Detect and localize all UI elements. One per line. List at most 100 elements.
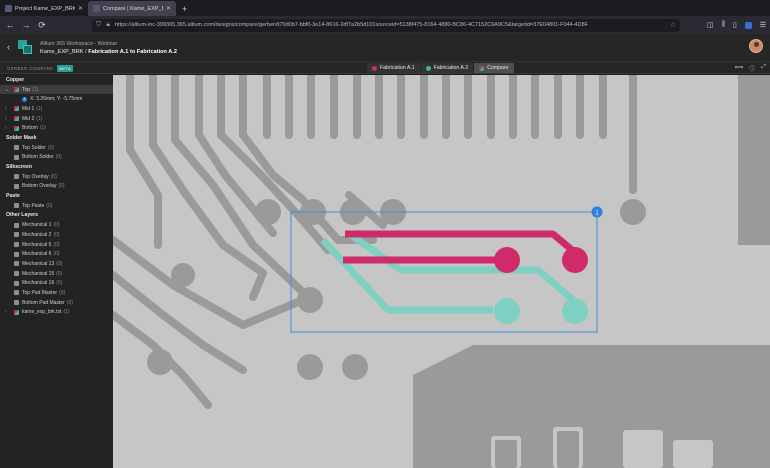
layer-swatch-icon (14, 261, 19, 267)
layer-mechanical-6[interactable]: Mechanical 6 (0) (0, 249, 113, 259)
forward-arrow-icon[interactable]: → (20, 20, 32, 30)
layer-mid1[interactable]: › Mid 1 (1) (0, 104, 113, 114)
layer-swatch-icon (14, 174, 19, 180)
pcb-canvas[interactable]: 1 (113, 75, 770, 468)
layer-swatch-icon (14, 251, 19, 257)
new-tab-button[interactable]: + (176, 4, 193, 16)
layer-swatch-icon (14, 183, 19, 189)
layer-label: Mechanical 5 (22, 241, 52, 248)
layer-bottom[interactable]: › Bottom (1) (0, 123, 113, 133)
group-copper: Copper (6, 76, 25, 83)
back-chevron-icon[interactable]: ‹ (7, 42, 10, 52)
copper-pour (738, 75, 770, 245)
layer-top[interactable]: ⌄ Top (1) (0, 84, 113, 95)
layer-mechanical-13[interactable]: Mechanical 13 (0) (0, 259, 113, 269)
chevron-right-icon[interactable]: › (5, 116, 7, 122)
layer-count: (0) (53, 231, 60, 238)
user-avatar[interactable] (749, 39, 763, 53)
layer-top-pad-master[interactable]: Top Pad Master (0) (0, 288, 113, 298)
layer-count: (0) (56, 270, 63, 277)
layer-count: (0) (55, 154, 62, 161)
layer-swatch-icon (14, 290, 19, 296)
layer-label: Top (22, 86, 31, 93)
breadcrumb-compare-title: Fabrication A.1 to Fabrication A.2 (88, 49, 178, 55)
copper-trace (249, 269, 267, 301)
layer-label: Bottom Overlay (22, 183, 57, 190)
layer-label: Mid 2 (22, 115, 35, 122)
layer-swatch-icon (14, 271, 19, 277)
pour-cutout (673, 440, 713, 468)
pink-dot-icon (372, 65, 377, 71)
layer-label: Bottom Pad Master (22, 299, 65, 306)
layer-swatch-icon (14, 154, 19, 160)
workspace-name: Altium 365 Workspace - Webinar (40, 41, 118, 47)
copper-pad (297, 354, 323, 380)
pill-fabrication-a1[interactable]: Fabrication A.1 (367, 63, 420, 73)
chevron-right-icon[interactable]: › (5, 309, 7, 315)
altium-logo (18, 40, 32, 54)
copper-pad (255, 199, 281, 225)
extension-icon[interactable] (744, 21, 752, 29)
difference-item[interactable]: 1 X: 3.26mm; Y: -5.75mm (0, 94, 113, 104)
ruler-icon[interactable]: ⟺ (735, 64, 744, 73)
close-tab-icon[interactable]: ✕ (78, 5, 83, 12)
layer-label: Mid 1 (22, 105, 35, 112)
menu-icon[interactable]: ☰ (760, 21, 766, 29)
back-arrow-icon[interactable]: ← (4, 20, 16, 30)
layer-count: (1) (32, 86, 39, 93)
star-icon[interactable]: ☆ (670, 21, 676, 29)
layer-top-overlay[interactable]: Top Overlay (0) (0, 172, 113, 182)
chevron-right-icon[interactable]: › (5, 106, 7, 112)
browser-tab-project[interactable]: Project Kame_EXP_BRK | Altium ✕ (0, 1, 88, 16)
layer-label: Top Paste (22, 202, 45, 209)
breadcrumb-project[interactable]: Kame_EXP_BRK (40, 49, 84, 55)
layer-mechanical-2[interactable]: Mechanical 2 (0) (0, 230, 113, 240)
lock-icon[interactable]: 🔒︎ (106, 21, 110, 29)
pill-label: Fabrication A.1 (380, 65, 415, 71)
layer-mechanical-15[interactable]: Mechanical 15 (0) (0, 269, 113, 279)
reload-icon[interactable]: ⟳ (36, 20, 48, 30)
difference-marker-icon: 1 (22, 96, 27, 102)
layer-count: (0) (56, 280, 63, 287)
address-bar[interactable]: ⛉ 🔒︎ https://altium-inc-399365.365.altiu… (92, 18, 680, 32)
layer-top-paste[interactable]: Top Paste (0) (0, 201, 113, 211)
library-icon[interactable]: ⫼ (722, 21, 725, 29)
copper-pad (620, 199, 646, 225)
group-other-layers: Other Layers (6, 212, 39, 219)
pill-fabrication-a2[interactable]: Fabrication A.2 (420, 63, 474, 73)
layer-bottom-solder[interactable]: Bottom Solder (0) (0, 153, 113, 163)
sidebar-icon[interactable]: ▯ (733, 21, 737, 29)
layer-swatch-icon (14, 222, 19, 228)
layer-label: kame_exp_brk.txt (22, 309, 62, 316)
pill-compare[interactable]: Compare (474, 63, 514, 73)
browser-tab-compare[interactable]: Compare | Kame_EXP_BRK | Al ✕ (88, 1, 176, 16)
info-icon[interactable]: ⓘ (749, 64, 755, 73)
layer-mechanical-1[interactable]: Mechanical 1 (0) (0, 220, 113, 230)
close-tab-icon[interactable]: ✕ (166, 5, 171, 12)
a1-pad (562, 247, 588, 273)
layer-bottom-overlay[interactable]: Bottom Overlay (0) (0, 182, 113, 192)
layer-mechanical-5[interactable]: Mechanical 5 (0) (0, 240, 113, 250)
layer-count: (0) (50, 173, 57, 180)
layer-drill-file[interactable]: › kame_exp_brk.txt (1) (0, 308, 113, 318)
group-silkscreen: Silkscreen (6, 164, 32, 171)
browser-toolbar-icons: ◫ ⫼ ▯ ☰ (707, 21, 766, 29)
url-text: https://altium-inc-399365.365.altium.com… (114, 22, 588, 28)
layer-swatch-icon (14, 309, 19, 315)
layer-label: Top Pad Master (22, 289, 58, 296)
breadcrumb: Kame_EXP_BRK / Fabrication A.1 to Fabric… (40, 49, 177, 55)
layer-sidebar: Copper ⌄ Top (1) 1 X: 3.26mm; Y: -5.75mm… (0, 75, 113, 468)
layer-bottom-pad-master[interactable]: Bottom Pad Master (0) (0, 298, 113, 308)
a2-trace (320, 237, 493, 314)
fullscreen-icon[interactable]: ⤢ (761, 64, 766, 73)
layer-label: Top Overlay (22, 173, 49, 180)
chevron-down-icon[interactable]: ⌄ (5, 87, 9, 93)
layer-label: Mechanical 13 (22, 260, 55, 267)
shield-icon[interactable]: ⛉ (96, 21, 101, 29)
layer-top-solder[interactable]: Top Solder (0) (0, 143, 113, 153)
layer-mid2[interactable]: › Mid 2 (1) (0, 114, 113, 124)
chevron-right-icon[interactable]: › (5, 125, 7, 131)
pocket-icon[interactable]: ◫ (707, 21, 714, 29)
section-label: GERBER COMPARE (7, 66, 54, 71)
layer-mechanical-16[interactable]: Mechanical 16 (0) (0, 278, 113, 288)
